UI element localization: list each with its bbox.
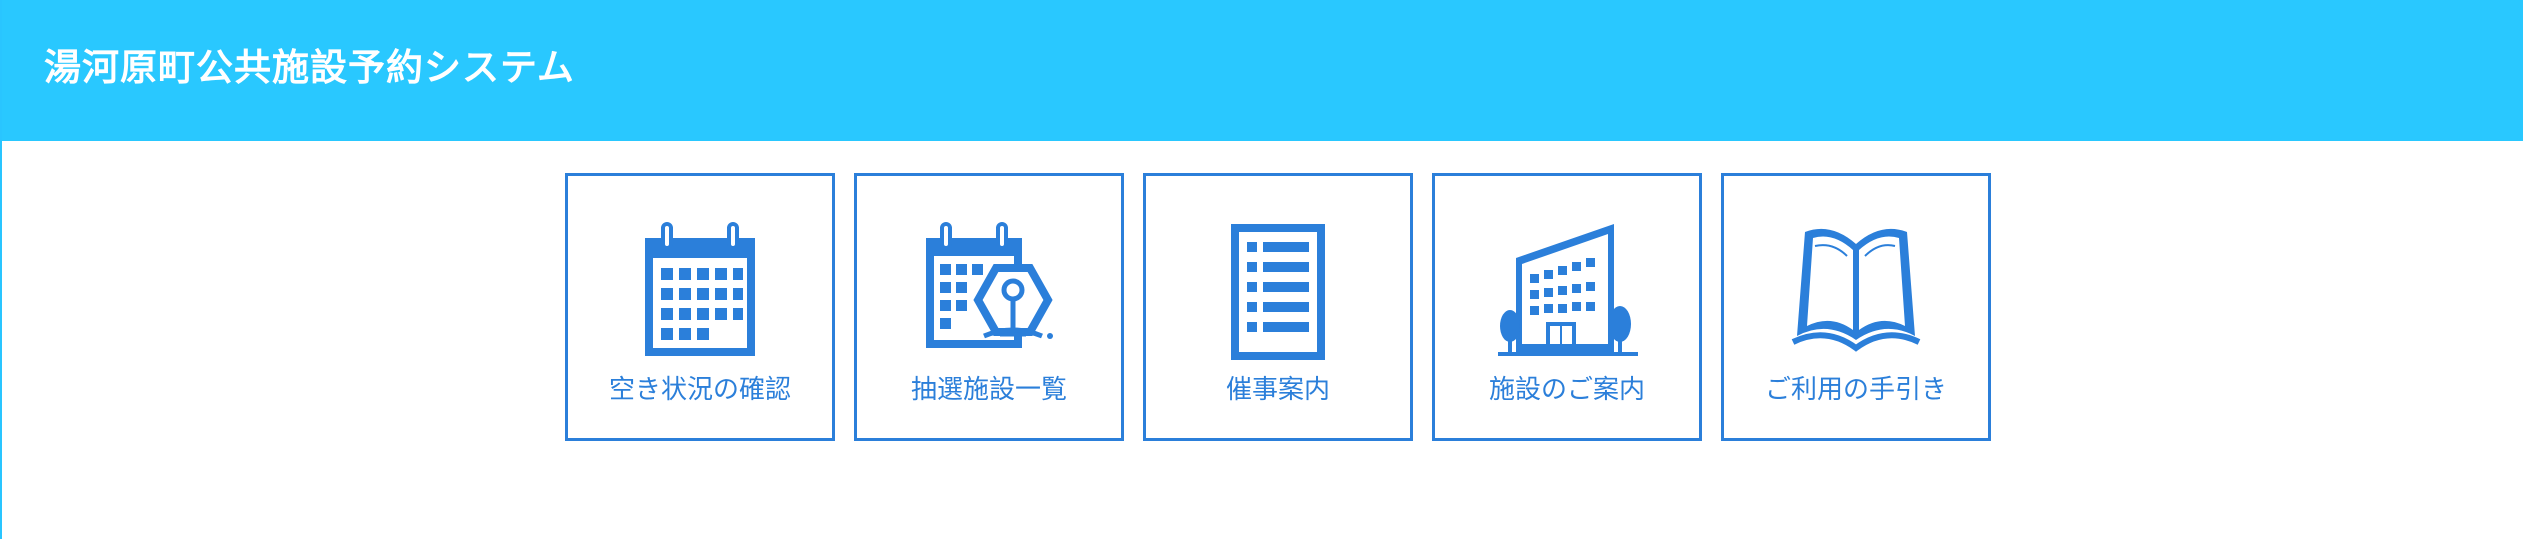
menu-tile-guide[interactable]: ご利用の手引き (1721, 173, 1991, 441)
header-bar: 湯河原町公共施設予約システム (2, 0, 2523, 141)
page: 湯河原町公共施設予約システム 空き状況の確認 抽選施設一覧 催事案内 施設のご案… (0, 0, 2523, 539)
menu-tile-facilities[interactable]: 施設のご案内 (1432, 173, 1702, 441)
app-title: 湯河原町公共施設予約システム (44, 46, 575, 89)
lottery-calendar-icon (914, 216, 1064, 366)
event-list-icon (1203, 216, 1353, 366)
main-menu: 空き状況の確認 抽選施設一覧 催事案内 施設のご案内 ご利用の手引き (565, 173, 1991, 441)
menu-tile-label: 催事案内 (1225, 375, 1330, 405)
menu-tile-lottery[interactable]: 抽選施設一覧 (854, 173, 1124, 441)
open-book-icon (1781, 216, 1931, 366)
building-icon (1492, 216, 1642, 366)
calendar-icon (625, 216, 775, 366)
menu-tile-events[interactable]: 催事案内 (1143, 173, 1413, 441)
menu-tile-label: ご利用の手引き (1764, 375, 1947, 405)
menu-tile-availability[interactable]: 空き状況の確認 (565, 173, 835, 441)
menu-tile-label: 抽選施設一覧 (910, 375, 1067, 405)
menu-tile-label: 空き状況の確認 (608, 375, 791, 405)
menu-tile-label: 施設のご案内 (1488, 375, 1645, 405)
